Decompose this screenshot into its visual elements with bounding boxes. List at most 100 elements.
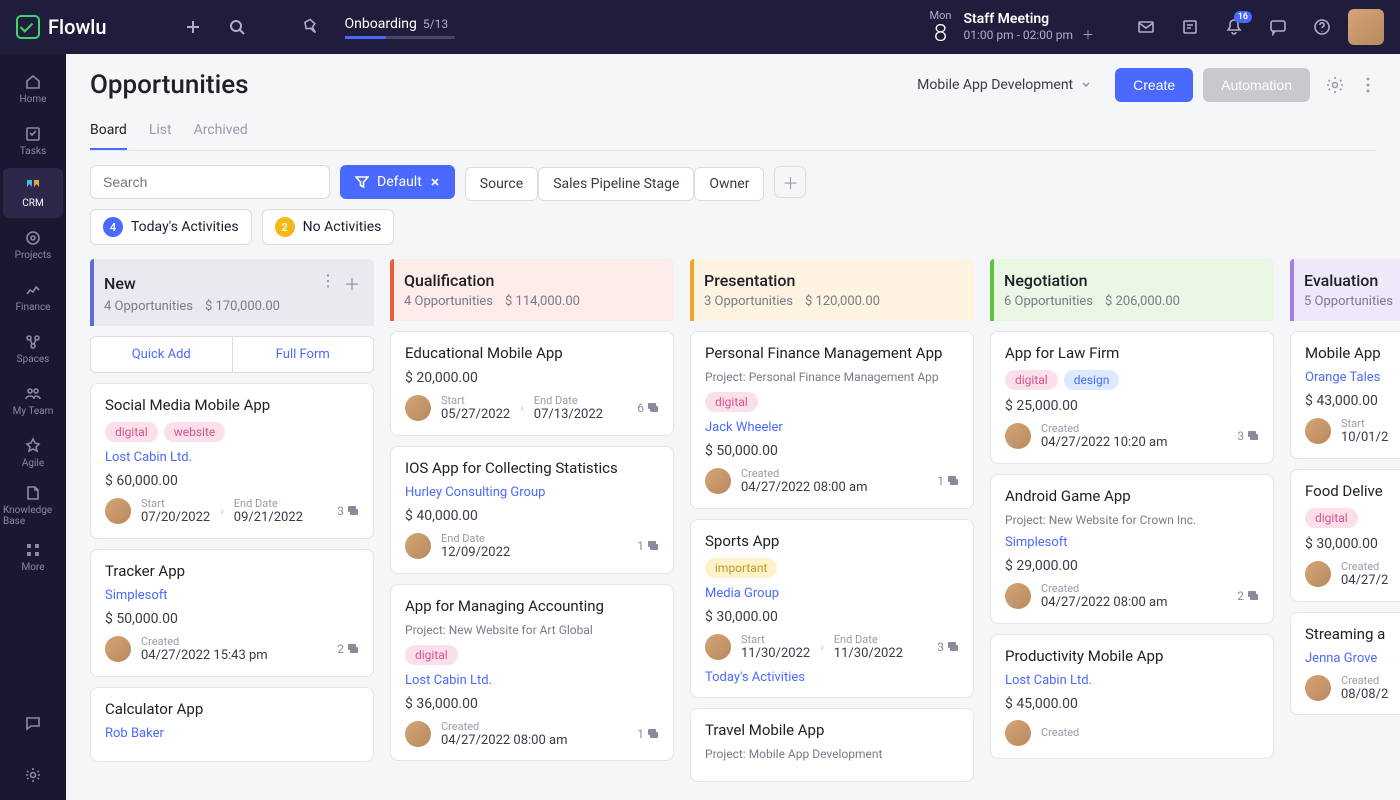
search-input[interactable] bbox=[90, 165, 330, 199]
opportunity-card[interactable]: Tracker AppSimplesoft$ 50,000.00Created0… bbox=[90, 549, 374, 677]
tab-archived[interactable]: Archived bbox=[194, 116, 248, 150]
comments-count[interactable]: 6 bbox=[637, 401, 659, 415]
search-icon[interactable] bbox=[219, 9, 255, 45]
opportunity-card[interactable]: App for Managing AccountingProject: New … bbox=[390, 584, 674, 762]
nav-chat-icon[interactable] bbox=[3, 698, 63, 748]
card-link[interactable]: Simplesoft bbox=[105, 588, 359, 603]
onboarding-widget[interactable]: Onboarding 5/13 bbox=[345, 16, 455, 39]
opportunity-card[interactable]: Social Media Mobile AppdigitalwebsiteLos… bbox=[90, 383, 374, 539]
comments-count[interactable]: 2 bbox=[337, 642, 359, 656]
opportunity-card[interactable]: Food Delivedigital$ 30,000.00Created04/2… bbox=[1290, 469, 1400, 602]
add-filter-button[interactable]: ＋ bbox=[774, 166, 806, 198]
nav-label: Spaces bbox=[17, 354, 50, 365]
tag[interactable]: digital bbox=[405, 645, 458, 665]
filter-chip-owner[interactable]: Owner bbox=[694, 167, 764, 201]
card-link[interactable]: Jenna Grove bbox=[1305, 651, 1400, 666]
comments-count[interactable]: 3 bbox=[1237, 429, 1259, 443]
card-link[interactable]: Lost Cabin Ltd. bbox=[405, 673, 659, 688]
card-link[interactable]: Jack Wheeler bbox=[705, 420, 959, 435]
user-avatar[interactable] bbox=[1348, 9, 1384, 45]
date-label: Start bbox=[741, 633, 810, 646]
column-menu-icon[interactable]: ⋮ bbox=[320, 271, 336, 295]
pipeline-select[interactable]: Mobile App Development bbox=[903, 69, 1105, 101]
card-link[interactable]: Lost Cabin Ltd. bbox=[105, 450, 359, 465]
nav-item-my-team[interactable]: My Team bbox=[3, 376, 63, 426]
logo[interactable]: Flowlu bbox=[16, 15, 107, 39]
chat-icon[interactable] bbox=[1260, 9, 1296, 45]
tab-board[interactable]: Board bbox=[90, 116, 127, 150]
opportunity-card[interactable]: Mobile AppOrange Tales$ 43,000.00Start10… bbox=[1290, 331, 1400, 459]
opportunity-card[interactable]: Educational Mobile App$ 20,000.00Start05… bbox=[390, 331, 674, 436]
card-link[interactable]: Media Group bbox=[705, 586, 959, 601]
filter-chip-sales-pipeline-stage[interactable]: Sales Pipeline Stage bbox=[538, 167, 694, 201]
card-link[interactable]: Lost Cabin Ltd. bbox=[1005, 673, 1259, 688]
tag[interactable]: website bbox=[164, 422, 226, 442]
quick-add-button[interactable]: Quick Add bbox=[91, 337, 233, 372]
nav-settings-icon[interactable] bbox=[3, 750, 63, 800]
comments-count[interactable]: 3 bbox=[937, 640, 959, 654]
card-link[interactable]: Simplesoft bbox=[1005, 535, 1259, 550]
comments-count[interactable]: 2 bbox=[1237, 589, 1259, 603]
nav-item-more[interactable]: More bbox=[3, 532, 63, 582]
note-icon[interactable] bbox=[1172, 9, 1208, 45]
tag[interactable]: digital bbox=[1005, 370, 1058, 390]
opportunity-card[interactable]: Streaming aJenna GroveCreated08/08/2 bbox=[1290, 612, 1400, 716]
close-icon[interactable] bbox=[430, 177, 440, 187]
comments-count[interactable]: 1 bbox=[637, 539, 659, 553]
bell-icon[interactable]: 16 bbox=[1216, 9, 1252, 45]
nav-item-agile[interactable]: Agile bbox=[3, 428, 63, 478]
today-activities-link[interactable]: Today's Activities bbox=[705, 670, 959, 685]
filter-chip-source[interactable]: Source bbox=[465, 167, 538, 201]
tag[interactable]: digital bbox=[705, 392, 758, 412]
opportunity-card[interactable]: Travel Mobile AppProject: Mobile App Dev… bbox=[690, 708, 974, 782]
calendar-event[interactable]: Mon 8 Staff Meeting 01:00 pm - 02:00 pm … bbox=[930, 10, 1094, 45]
opportunity-card[interactable]: Personal Finance Management AppProject: … bbox=[690, 331, 974, 509]
activity-chip[interactable]: 4Today's Activities bbox=[90, 209, 252, 245]
filter-default-chip[interactable]: Default bbox=[340, 165, 455, 199]
avatar bbox=[1305, 418, 1331, 444]
calendar-add-icon[interactable]: ＋ bbox=[1082, 28, 1094, 42]
opportunity-card[interactable]: IOS App for Collecting StatisticsHurley … bbox=[390, 446, 674, 574]
help-icon[interactable] bbox=[1304, 9, 1340, 45]
created-date: 08/08/2 bbox=[1341, 687, 1388, 703]
comments-count[interactable]: 1 bbox=[637, 727, 659, 741]
column-eval: Evaluation5 OpportunitiesMobile AppOrang… bbox=[1290, 259, 1400, 800]
left-nav: HomeTasksCRMProjectsFinance Spaces My Team… bbox=[0, 54, 66, 800]
opportunity-card[interactable]: Sports AppimportantMedia Group$ 30,000.0… bbox=[690, 519, 974, 698]
full-form-button[interactable]: Full Form bbox=[233, 337, 374, 372]
tag[interactable]: design bbox=[1064, 370, 1120, 390]
start-date: 07/20/2022 bbox=[141, 510, 210, 526]
tab-list[interactable]: List bbox=[149, 116, 172, 150]
date-label: Created bbox=[741, 467, 867, 480]
tag[interactable]: important bbox=[705, 558, 777, 578]
create-button[interactable]: Create bbox=[1115, 68, 1193, 102]
automation-button[interactable]: Automation bbox=[1203, 68, 1310, 102]
nav-item-tasks[interactable]: Tasks bbox=[3, 116, 63, 166]
card-link[interactable]: Orange Tales bbox=[1305, 370, 1400, 385]
more-icon[interactable] bbox=[1360, 71, 1376, 99]
activity-chip[interactable]: 2No Activities bbox=[262, 209, 395, 245]
mail-icon[interactable] bbox=[1128, 9, 1164, 45]
nav-item-spaces[interactable]: Spaces bbox=[3, 324, 63, 374]
card-link[interactable]: Hurley Consulting Group bbox=[405, 485, 659, 500]
comments-count[interactable]: 1 bbox=[937, 474, 959, 488]
nav-item-projects[interactable]: Projects bbox=[3, 220, 63, 270]
pin-icon[interactable] bbox=[293, 9, 329, 45]
opportunity-card[interactable]: App for Law Firmdigitaldesign$ 25,000.00… bbox=[990, 331, 1274, 464]
tag[interactable]: digital bbox=[1305, 508, 1358, 528]
tag[interactable]: digital bbox=[105, 422, 158, 442]
nav-item-knowledge-base[interactable]: Knowledge Base bbox=[3, 480, 63, 530]
opportunity-card[interactable]: Android Game AppProject: New Website for… bbox=[990, 474, 1274, 624]
nav-item-finance[interactable]: Finance bbox=[3, 272, 63, 322]
nav-item-crm[interactable]: CRM bbox=[3, 168, 63, 218]
card-link[interactable]: Rob Baker bbox=[105, 726, 359, 741]
comments-count[interactable]: 3 bbox=[337, 504, 359, 518]
column-count: 3 Opportunities bbox=[704, 294, 793, 309]
nav-item-home[interactable]: Home bbox=[3, 64, 63, 114]
column-add-icon[interactable]: ＋ bbox=[344, 271, 360, 295]
gear-icon[interactable] bbox=[1320, 70, 1350, 100]
opportunity-card[interactable]: Productivity Mobile AppLost Cabin Ltd.$ … bbox=[990, 634, 1274, 759]
opportunity-card[interactable]: Calculator AppRob Baker bbox=[90, 687, 374, 762]
add-icon[interactable] bbox=[175, 9, 211, 45]
chevron-right-icon: › bbox=[820, 640, 824, 654]
